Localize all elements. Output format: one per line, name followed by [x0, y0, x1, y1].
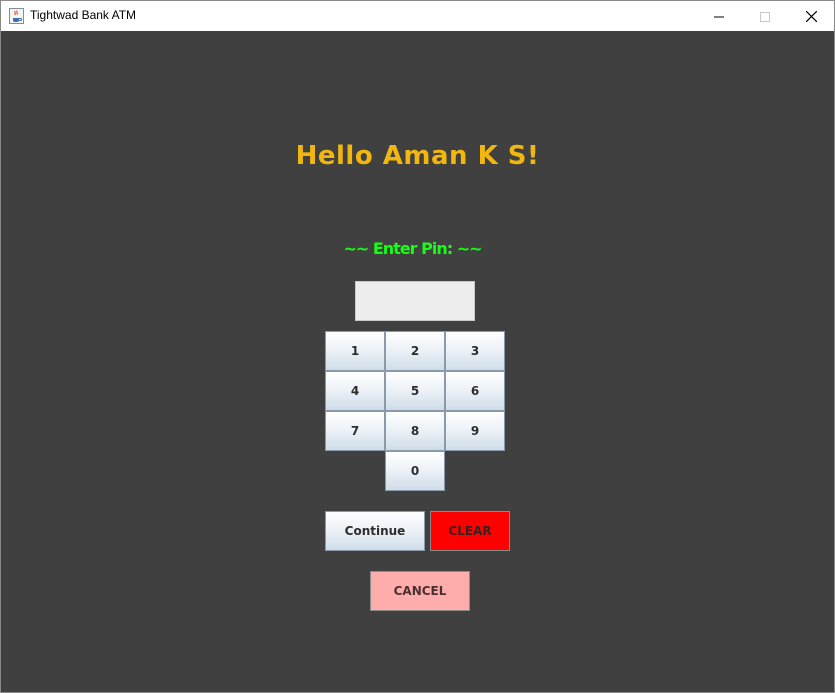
maximize-icon	[760, 7, 770, 26]
atm-content: Hello Aman K S! ~~ Enter Pin: ~~ 1 2 3 4…	[1, 31, 834, 692]
keypad-button-8[interactable]: 8	[385, 411, 445, 451]
keypad-button-9[interactable]: 9	[445, 411, 505, 451]
keypad-button-0[interactable]: 0	[385, 451, 445, 491]
keypad-button-6[interactable]: 6	[445, 371, 505, 411]
keypad-button-1[interactable]: 1	[325, 331, 385, 371]
maximize-button[interactable]	[742, 1, 788, 31]
window-title: Tightwad Bank ATM	[30, 8, 137, 22]
clear-button[interactable]: CLEAR	[430, 511, 510, 551]
minimize-button[interactable]	[696, 1, 742, 31]
keypad-button-4[interactable]: 4	[325, 371, 385, 411]
java-cup-icon	[9, 8, 24, 24]
continue-button[interactable]: Continue	[325, 511, 425, 551]
atm-window: Tightwad Bank ATM Hello Aman K S! ~~ Ent…	[0, 0, 835, 693]
minimize-icon	[714, 7, 724, 26]
close-button[interactable]	[788, 1, 834, 31]
enter-pin-label: ~~ Enter Pin: ~~	[343, 239, 482, 258]
keypad-button-2[interactable]: 2	[385, 331, 445, 371]
close-icon	[805, 7, 817, 26]
keypad-button-7[interactable]: 7	[325, 411, 385, 451]
greeting-text: Hello Aman K S!	[295, 141, 540, 171]
cancel-button[interactable]: CANCEL	[370, 571, 470, 611]
keypad-button-3[interactable]: 3	[445, 331, 505, 371]
keypad-button-5[interactable]: 5	[385, 371, 445, 411]
pin-input[interactable]	[355, 281, 475, 321]
title-bar[interactable]: Tightwad Bank ATM	[1, 1, 834, 31]
